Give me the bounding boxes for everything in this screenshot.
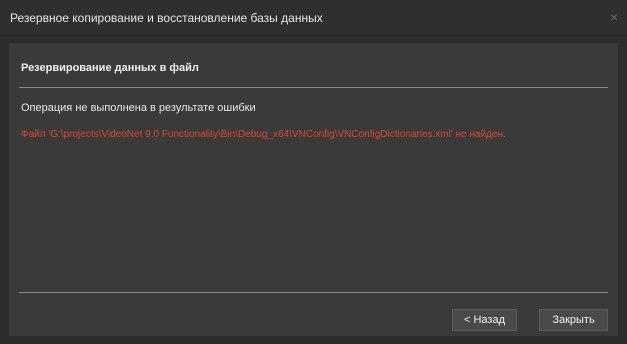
back-button[interactable]: < Назад [452,309,517,331]
top-divider [19,87,608,88]
backup-restore-dialog: Резервное копирование и восстановление б… [0,0,627,344]
close-button[interactable]: Закрыть [539,309,608,331]
title-bar: Резервное копирование и восстановление б… [0,0,627,36]
content-panel: Резервирование данных в файл Операция не… [9,43,618,336]
error-message: Файл 'G:\projects\VideoNet 9.0 Functiona… [21,129,506,140]
window-title: Резервное копирование и восстановление б… [10,11,323,25]
status-message: Операция не выполнена в результате ошибк… [21,102,256,114]
bottom-divider [19,292,608,293]
section-title: Резервирование данных в файл [21,62,199,74]
close-icon[interactable]: × [607,10,621,24]
